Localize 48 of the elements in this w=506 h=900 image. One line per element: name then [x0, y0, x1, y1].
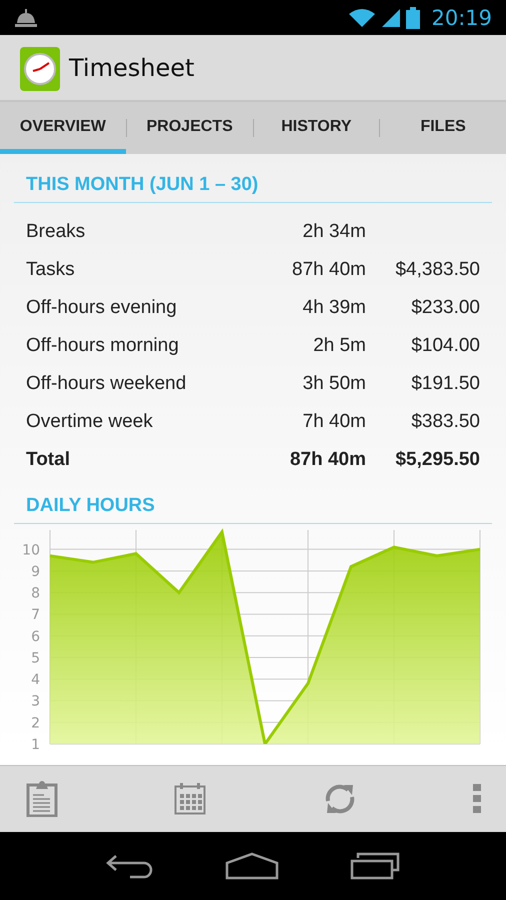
amount-value: $383.50 — [411, 411, 480, 432]
axis-tick-label: 1 — [31, 737, 40, 753]
amount-value: $233.00 — [411, 297, 480, 318]
tab[interactable]: PROJECTS — [126, 102, 252, 154]
home-icon[interactable] — [224, 852, 279, 880]
clock-time: 20:19 — [431, 6, 492, 30]
axis-tick-label: 5 — [31, 650, 40, 666]
hours-value: 2h 5m — [312, 335, 366, 357]
bell-icon — [14, 8, 38, 28]
row-label: Off-hours morning — [26, 335, 180, 357]
axis-tick-label: 9 — [31, 564, 40, 580]
amount-value: $5,295.50 — [395, 449, 480, 470]
axis-tick-label: 8 — [31, 586, 40, 602]
amount-value: $104.00 — [411, 335, 480, 356]
axis-tick-label: 3 — [31, 694, 40, 710]
row-label: Off-hours evening — [26, 297, 178, 319]
battery-icon — [406, 6, 420, 28]
amount-value: $4,383.50 — [395, 259, 480, 280]
overflow-menu-icon[interactable] — [472, 784, 481, 814]
clipboard-icon[interactable] — [26, 781, 58, 817]
wifi-icon — [348, 8, 376, 28]
row-label: Total — [26, 449, 71, 471]
hours-value: 2h 34m — [302, 221, 366, 243]
tab[interactable]: HISTORY — [254, 102, 380, 154]
section-header: DAILY HOURS — [14, 495, 492, 524]
section-header: THIS MONTH (JUN 1 – 30) — [14, 174, 492, 203]
row-label: Overtime week — [26, 411, 154, 433]
calendar-icon[interactable] — [174, 783, 206, 815]
hours-value: 4h 39m — [302, 297, 366, 319]
amount-value: $191.50 — [411, 373, 480, 394]
app-title: Timesheet — [69, 54, 194, 82]
row-label: Breaks — [26, 221, 86, 243]
row-label: Off-hours weekend — [26, 373, 188, 395]
axis-tick-label: 7 — [31, 607, 40, 624]
row-label: Tasks — [26, 259, 76, 281]
clock-icon — [20, 44, 60, 90]
axis-tick-label: 10 — [22, 542, 40, 558]
hours-value: 87h 40m — [291, 259, 366, 281]
axis-tick-label: 4 — [31, 672, 40, 688]
back-icon[interactable] — [106, 853, 154, 879]
axis-tick-label: 2 — [31, 715, 40, 732]
hours-value: 3h 50m — [302, 373, 366, 395]
recent-apps-icon[interactable] — [350, 852, 400, 880]
hours-value: 87h 40m — [288, 449, 366, 471]
axis-tick-label: 6 — [31, 628, 40, 645]
tab[interactable]: FILES — [380, 102, 506, 154]
signal-icon — [381, 8, 402, 28]
hours-value: 7h 40m — [302, 411, 366, 433]
